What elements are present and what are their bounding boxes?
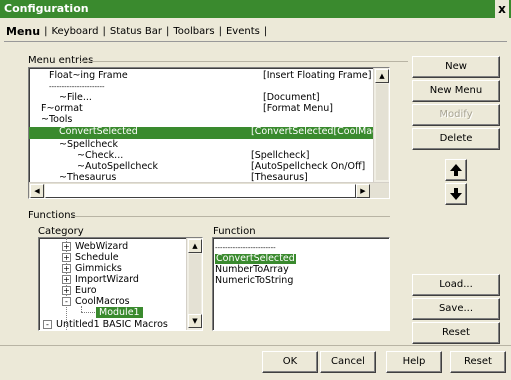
tab-keyboard[interactable]: Keyboard bbox=[49, 26, 100, 37]
tab-menu[interactable]: Menu bbox=[4, 25, 42, 38]
tab-toolbars[interactable]: Toolbars bbox=[171, 26, 216, 37]
tree-item[interactable]: + Euro bbox=[62, 285, 97, 296]
functions-label: Functions bbox=[28, 210, 76, 221]
menu-entries-vscrollbar[interactable]: ▲ bbox=[373, 68, 389, 182]
expand-icon[interactable]: + bbox=[62, 275, 71, 284]
menu-entry-command: [ConvertSelected[CoolMacros bbox=[251, 126, 373, 137]
menu-entry-name[interactable]: F~ormat bbox=[41, 104, 83, 114]
tab-separator: | bbox=[44, 25, 48, 37]
expand-icon[interactable]: + bbox=[62, 264, 71, 273]
arrow-up-icon bbox=[450, 164, 462, 176]
expand-icon[interactable]: + bbox=[62, 253, 71, 262]
tab-separator: | bbox=[102, 25, 106, 37]
functions-separator bbox=[71, 216, 390, 217]
arrow-down-icon bbox=[450, 188, 462, 200]
tree-item-label: Untitled1 BASIC Macros bbox=[56, 319, 168, 330]
tree-item-label: Euro bbox=[75, 285, 97, 296]
scroll-track[interactable] bbox=[376, 84, 388, 180]
collapse-icon[interactable]: - bbox=[43, 320, 52, 329]
reset-macros-button[interactable]: Reset bbox=[412, 322, 500, 344]
category-tree[interactable]: + WebWizard + Schedule + Gimmicks + ImportWi… bbox=[38, 237, 203, 331]
modify-button[interactable]: Modify bbox=[412, 104, 500, 126]
tree-item[interactable]: + WebWizard bbox=[62, 241, 128, 252]
category-label: Category bbox=[38, 226, 84, 237]
menu-entries-hscrollbar[interactable]: ◀ ▶ bbox=[29, 182, 389, 198]
window-title: Configuration bbox=[4, 2, 89, 15]
function-item-selected[interactable]: ConvertSelected bbox=[215, 254, 296, 264]
menu-entry-name[interactable]: ~File... bbox=[59, 93, 92, 103]
tree-item-label: ImportWizard bbox=[75, 274, 139, 285]
tree-guide-line bbox=[81, 312, 95, 313]
cancel-button[interactable]: Cancel bbox=[320, 351, 376, 373]
save-button[interactable]: Save... bbox=[412, 298, 500, 320]
tab-separator: | bbox=[166, 25, 170, 37]
menu-entry-name[interactable]: ~Check... bbox=[77, 151, 123, 161]
expand-icon[interactable]: + bbox=[62, 242, 71, 251]
tree-item-selected[interactable]: Module1 bbox=[96, 307, 143, 318]
title-bar: Configuration x bbox=[0, 0, 511, 18]
help-button[interactable]: Help bbox=[386, 351, 442, 373]
tree-item[interactable]: + ImportWizard bbox=[62, 274, 139, 285]
function-label: Function bbox=[213, 226, 256, 237]
scroll-thumb[interactable] bbox=[45, 184, 356, 198]
menu-entry-name[interactable]: ~Thesaurus bbox=[59, 173, 116, 183]
tree-item-label: CoolMacros bbox=[75, 296, 130, 307]
category-vscrollbar[interactable]: ▲ ▼ bbox=[186, 238, 202, 330]
menu-entry-command: [Insert Floating Frame] bbox=[263, 70, 372, 81]
footer-separator bbox=[0, 345, 511, 346]
menu-entry-name: ConvertSelected bbox=[59, 126, 138, 137]
tree-item[interactable]: + Schedule bbox=[62, 252, 119, 263]
close-icon[interactable]: x bbox=[495, 0, 509, 18]
menu-entries-list[interactable]: Float~ing Frame [Insert Floating Frame] … bbox=[28, 67, 390, 199]
scroll-left-icon[interactable]: ◀ bbox=[30, 184, 44, 198]
menu-entry-command: [Spellcheck] bbox=[251, 150, 310, 161]
menu-entry-name[interactable]: ~AutoSpellcheck bbox=[77, 162, 158, 172]
collapse-icon[interactable]: - bbox=[62, 297, 71, 306]
ok-button[interactable]: OK bbox=[262, 351, 318, 373]
tree-item[interactable]: + Gimmicks bbox=[62, 263, 122, 274]
menu-entry-name[interactable]: ~Tools bbox=[41, 115, 72, 125]
menu-entries-separator bbox=[80, 61, 408, 62]
load-button[interactable]: Load... bbox=[412, 274, 500, 296]
scroll-down-icon[interactable]: ▼ bbox=[188, 314, 202, 328]
tree-item[interactable]: - Untitled1 BASIC Macros bbox=[43, 319, 168, 330]
menu-entry-name[interactable]: Float~ing Frame bbox=[49, 71, 128, 81]
delete-button[interactable]: Delete bbox=[412, 128, 500, 150]
menu-entries-viewport: Float~ing Frame [Insert Floating Frame] … bbox=[29, 68, 373, 182]
tab-separator: | bbox=[263, 25, 268, 37]
scroll-track[interactable] bbox=[189, 254, 201, 314]
function-item[interactable]: NumericToString bbox=[215, 276, 293, 286]
menu-entry-name[interactable]: ~Spellcheck bbox=[59, 140, 118, 150]
menu-entry-command: [Thesaurus] bbox=[251, 172, 308, 183]
tree-item-label: WebWizard bbox=[75, 241, 129, 252]
tree-item-label: Gimmicks bbox=[75, 263, 122, 274]
expand-icon[interactable]: + bbox=[62, 286, 71, 295]
scroll-up-icon[interactable]: ▲ bbox=[375, 69, 389, 83]
tab-events[interactable]: Events bbox=[224, 26, 262, 37]
menu-entry-command: [AutoSpellcheck On/Off] bbox=[251, 161, 366, 172]
tab-panel-border bbox=[4, 41, 507, 42]
new-menu-button[interactable]: New Menu bbox=[412, 80, 500, 102]
menu-entry-separator[interactable]: ---------------------- bbox=[49, 82, 105, 92]
tab-status-bar[interactable]: Status Bar bbox=[108, 26, 164, 37]
function-item-separator: ------------------------ bbox=[215, 244, 276, 252]
scroll-up-icon[interactable]: ▲ bbox=[188, 239, 202, 253]
new-button[interactable]: New bbox=[412, 56, 500, 78]
category-tree-viewport: + WebWizard + Schedule + Gimmicks + ImportWi… bbox=[39, 238, 186, 330]
scroll-right-icon[interactable]: ▶ bbox=[356, 184, 370, 198]
tree-item-label: Schedule bbox=[75, 252, 119, 263]
tab-separator: | bbox=[218, 25, 222, 37]
move-down-button[interactable] bbox=[445, 183, 467, 205]
function-list[interactable]: ------------------------ ConvertSelected… bbox=[212, 237, 390, 331]
function-item[interactable]: NumberToArray bbox=[215, 265, 289, 275]
menu-entry-command: [Format Menu] bbox=[263, 103, 333, 114]
tab-bar: Menu | Keyboard | Status Bar | Toolbars … bbox=[4, 22, 269, 40]
move-up-button[interactable] bbox=[445, 159, 467, 181]
reset-button[interactable]: Reset bbox=[450, 351, 506, 373]
menu-entry-selected-row[interactable]: ConvertSelected [ConvertSelected[CoolMac… bbox=[29, 127, 373, 139]
menu-entry-command: [Document] bbox=[263, 92, 320, 103]
tree-item[interactable]: - CoolMacros bbox=[62, 296, 130, 307]
